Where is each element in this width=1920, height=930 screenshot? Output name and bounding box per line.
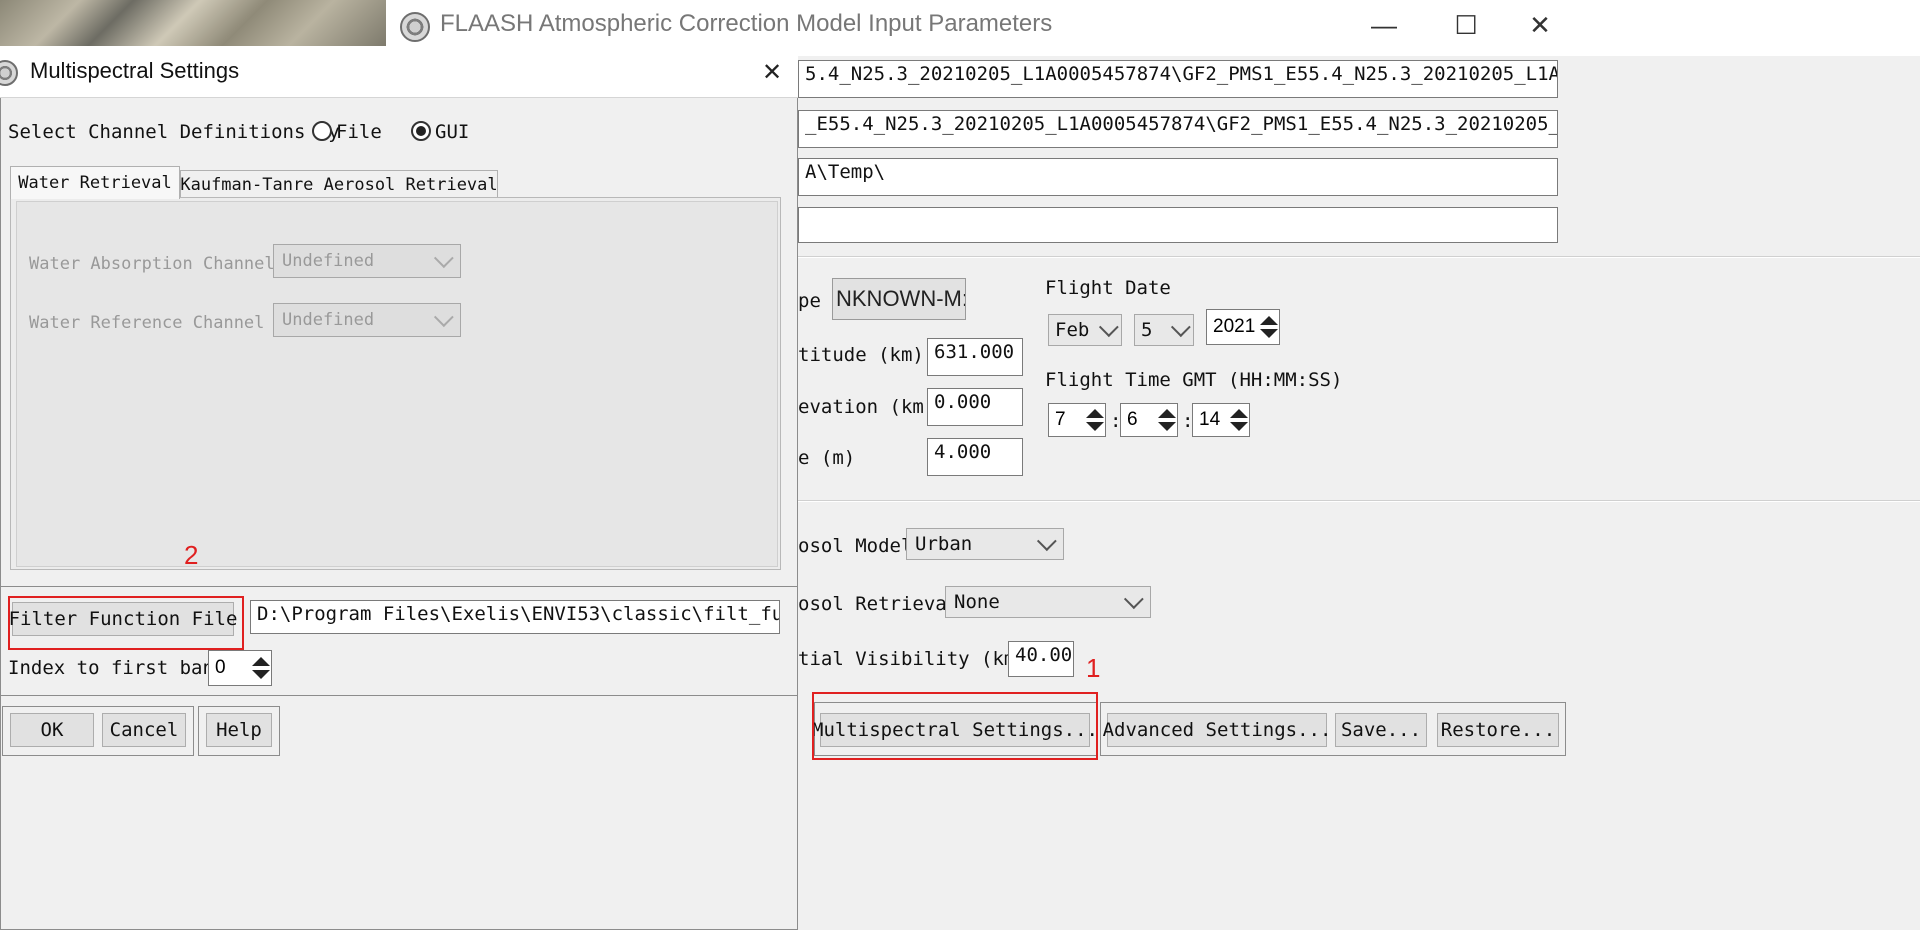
flight-minute-spinner[interactable]: 6 [1120, 403, 1178, 437]
flight-second-value: 14 [1199, 409, 1221, 430]
advanced-settings-button[interactable]: Advanced Settings... [1103, 713, 1331, 747]
water-absorption-value: Undefined [282, 251, 375, 271]
water-reference-label: Water Reference Channel [29, 313, 265, 333]
spinner-arrows-icon[interactable] [1085, 404, 1105, 436]
flight-hour-spinner[interactable]: 7 [1048, 403, 1106, 437]
index-first-band-label: Index to first band [8, 657, 226, 679]
close-icon[interactable]: ✕ [752, 54, 792, 90]
sensor-altitude-field[interactable]: 631.000 [927, 338, 1023, 376]
chevron-down-icon [1170, 317, 1191, 338]
radio-file-label[interactable]: File [336, 121, 382, 143]
channel-definition-label: Select Channel Definitions by [8, 121, 340, 143]
water-absorption-label: Water Absorption Channel [29, 254, 275, 274]
aerosol-retrieval-select[interactable]: None [945, 586, 1151, 618]
cancel-button[interactable]: Cancel [102, 713, 186, 747]
chevron-down-icon [433, 248, 454, 269]
flight-hour-value: 7 [1055, 409, 1066, 430]
index-first-band-spinner[interactable]: 0 [208, 650, 272, 686]
pixel-size-label: e (m) [798, 447, 856, 469]
chevron-down-icon [1098, 317, 1119, 338]
window-title: FLAASH Atmospheric Correction Model Inpu… [440, 10, 1053, 37]
save-button[interactable]: Save... [1335, 713, 1427, 747]
chevron-down-icon [1123, 589, 1144, 610]
flight-month-value: Feb [1055, 319, 1090, 341]
aerosol-retrieval-value: None [954, 591, 1000, 613]
flight-month-select[interactable]: Feb [1048, 314, 1122, 346]
flight-day-select[interactable]: 5 [1134, 314, 1194, 346]
filter-path-field[interactable]: D:\Program Files\Exelis\ENVI53\classic\f… [250, 600, 780, 634]
water-reference-value: Undefined [282, 310, 375, 330]
radio-icon [416, 126, 426, 136]
tab-kaufman-tanre[interactable]: Kaufman-Tanre Aerosol Retrieval [180, 170, 498, 199]
ok-button[interactable]: OK [10, 713, 94, 747]
highlight-box-2 [8, 596, 244, 650]
water-absorption-select: Undefined [273, 244, 461, 278]
chevron-down-icon [1036, 531, 1057, 552]
annotation-1: 1 [1086, 653, 1101, 683]
flight-minute-value: 6 [1127, 409, 1138, 430]
close-button[interactable]: ✕ [1510, 0, 1570, 50]
flight-time-label: Flight Time GMT (HH:MM:SS) [1045, 369, 1343, 391]
divider [798, 500, 1920, 502]
maximize-button[interactable]: ☐ [1436, 0, 1496, 50]
spinner-arrows-icon[interactable] [1157, 404, 1177, 436]
restore-button[interactable]: Restore... [1437, 713, 1559, 747]
radio-gui-label[interactable]: GUI [435, 121, 469, 143]
output-file-field[interactable]: _E55.4_N25.3_20210205_L1A0005457874\GF2_… [798, 110, 1558, 148]
tab-water-retrieval[interactable]: Water Retrieval [10, 166, 180, 199]
envi-app-icon [400, 12, 430, 42]
radio-gui[interactable] [411, 121, 431, 141]
ground-elevation-field[interactable]: 0.000 [927, 388, 1023, 426]
rootname-field[interactable] [798, 207, 1558, 243]
flight-year-spinner[interactable]: 2021 [1206, 309, 1280, 345]
pixel-size-field[interactable]: 4.000 [927, 438, 1023, 476]
highlight-box-1 [812, 692, 1098, 760]
aerosol-model-value: Urban [915, 533, 973, 555]
radio-file[interactable] [312, 121, 332, 141]
sensor-altitude-label: titude (km) [798, 344, 924, 366]
spinner-arrows-icon[interactable] [1259, 310, 1279, 344]
sensor-type-field[interactable]: NKNOWN-M: [832, 278, 966, 320]
dialog-title: Multispectral Settings [30, 58, 240, 83]
output-directory-field[interactable]: A\Temp\ [798, 158, 1558, 196]
initial-visibility-field[interactable]: 40.00 [1008, 641, 1074, 677]
minimize-button[interactable]: — [1354, 0, 1414, 50]
index-first-band-value: 0 [215, 657, 226, 678]
ground-elevation-label: evation (km) [798, 396, 936, 418]
aerosol-model-label: osol Model [798, 535, 913, 557]
water-reference-select: Undefined [273, 303, 461, 337]
annotation-2: 2 [184, 540, 199, 570]
flight-second-spinner[interactable]: 14 [1192, 403, 1250, 437]
chevron-down-icon [433, 307, 454, 328]
input-file-field[interactable]: 5.4_N25.3_20210205_L1A0005457874\GF2_PMS… [798, 60, 1558, 98]
spinner-arrows-icon[interactable] [1229, 404, 1249, 436]
flight-day-value: 5 [1141, 319, 1153, 341]
spinner-arrows-icon[interactable] [251, 651, 271, 685]
initial-visibility-label: tial Visibility (km) [798, 648, 1027, 670]
divider [798, 256, 1920, 258]
sensor-type-label: pe [798, 290, 821, 312]
aerosol-retrieval-label: osol Retrieval [798, 593, 959, 615]
flight-date-label: Flight Date [1045, 277, 1171, 299]
aerosol-model-select[interactable]: Urban [906, 528, 1064, 560]
flight-year-value: 2021 [1213, 316, 1256, 337]
help-button[interactable]: Help [206, 713, 272, 747]
